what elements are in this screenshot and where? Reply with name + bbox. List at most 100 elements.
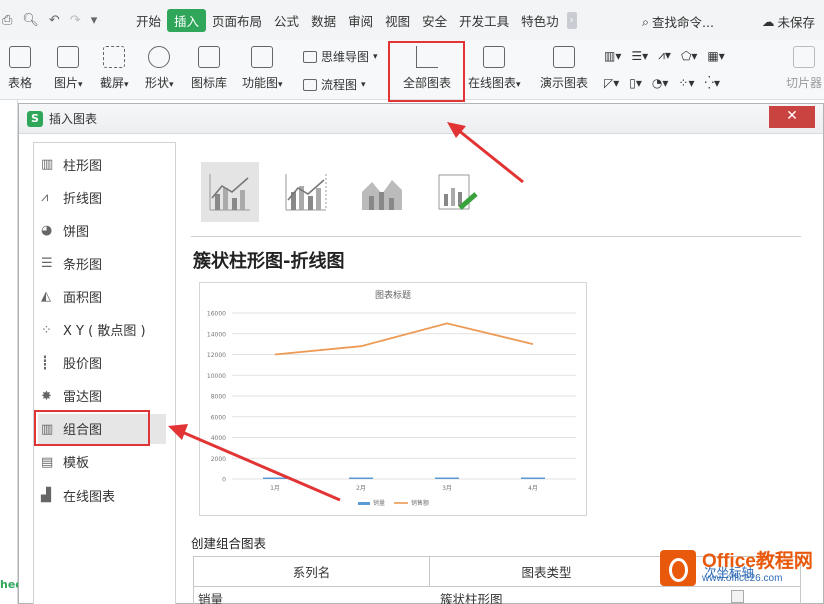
custom-combo-thumb-icon (438, 174, 478, 210)
scatter-chart-icon: ⁘ (41, 322, 52, 338)
flowchart-button[interactable]: 流程图 ▾ (303, 76, 366, 93)
thumb-clustered-column-line[interactable] (201, 162, 259, 222)
line-chart-icon: ⩘ (41, 190, 49, 206)
cloud-icon: ☁ (762, 14, 775, 29)
function-chart-button[interactable]: 功能图▾ (242, 46, 283, 91)
mindmap-icon (303, 50, 317, 63)
menu-bar: ⎙ 🔍︎ ↶ ↷ ▾ 开始 插入 页面布局 公式 数据 审阅 视图 安全 开发工具 特色功 › ⌕ … (0, 0, 824, 40)
menu-tab-0[interactable]: 开始 (130, 11, 167, 30)
sidebar-item-1[interactable]: ⩘ 折线图 (38, 182, 166, 212)
sidebar-item-0[interactable]: ▥ 柱形图 (38, 149, 166, 179)
bubble-chart-icon[interactable]: ⁛▾ (704, 76, 720, 90)
dialog-content: 簇状柱形图-折线图 图表标题 0 2000 4000 6000 8000 10000 1200… (177, 142, 817, 604)
horizontal-bar-icon: ☰ (41, 256, 53, 272)
sidebar-item-label: 股价图 (63, 357, 103, 373)
sidebar-item-2[interactable]: ◕ 饼图 (38, 215, 166, 245)
legend-swatch-bar (358, 502, 370, 505)
sidebar-item-label: 在线图表 (63, 489, 116, 505)
sidebar-item-3[interactable]: ☰ 条形图 (38, 248, 166, 278)
menu-tab-1[interactable]: 插入 (167, 8, 207, 32)
sidebar-item-label: 条形图 (63, 257, 103, 273)
divider (191, 236, 801, 237)
bar (349, 477, 373, 479)
pie-chart-icon[interactable]: ◔▾ (652, 76, 669, 90)
shape-button[interactable]: 形状▾ (145, 46, 174, 91)
menu-tabs: 开始 插入 页面布局 公式 数据 审阅 视图 安全 开发工具 特色功 › (130, 0, 577, 40)
menu-tab-4[interactable]: 数据 (305, 11, 342, 30)
search-command[interactable]: ⌕ 查找命令... (642, 12, 714, 31)
menu-tab-5[interactable]: 审阅 (342, 11, 379, 30)
sidebar-item-label: 模板 (63, 456, 90, 472)
col-chart-type: 图表类型 (430, 557, 664, 586)
table-button[interactable]: 表格 (8, 46, 32, 91)
sidebar-item-6[interactable]: ┋ 股价图 (38, 348, 166, 378)
sidebar-item-label: 柱形图 (63, 158, 103, 174)
dialog-title: 插入图表 (49, 112, 98, 126)
scatter-chart-icon[interactable]: ⁘▾ (678, 76, 694, 90)
chart-subtype-list (201, 162, 487, 222)
area-chart-icon[interactable]: ◸▾ (604, 76, 619, 90)
bar-chart-icon: ▥ (41, 157, 54, 172)
chart-type-select[interactable]: 簇状柱形图 (430, 587, 664, 604)
undo-icon[interactable]: ↶ (49, 13, 60, 28)
bar-chart-icon[interactable]: ☰▾ (631, 49, 648, 63)
picture-button[interactable]: 图片▾ (54, 46, 83, 91)
menu-tab-2[interactable]: 页面布局 (206, 11, 268, 30)
quick-access-toolbar: ⎙ 🔍︎ ↶ ↷ ▾ (0, 13, 130, 28)
icon-library-button[interactable]: 图标库 (191, 46, 227, 91)
menu-tab-3[interactable]: 公式 (268, 11, 305, 30)
quick-dropdown-icon[interactable]: ▾ (91, 13, 98, 28)
radar-chart-icon[interactable]: ⬠▾ (681, 49, 697, 63)
print-preview-icon[interactable]: 🔍︎ (22, 13, 39, 28)
sidebar-item-10[interactable]: ▟ 在线图表 (38, 480, 166, 510)
insert-chart-dialog: S 插入图表 ✕ ▥ 柱形图 ⩘ 折线图 ◕ 饼图 ☰ 条形图 ◭ 面积图 ⁘ X Y ( 散点图 )… (18, 103, 824, 604)
print-icon[interactable]: ⎙ (2, 13, 12, 28)
sidebar-item-label: X Y ( 散点图 ) (63, 324, 146, 339)
save-status[interactable]: ☁ 未保存 (762, 12, 815, 31)
slicer-button[interactable]: 切片器 (786, 46, 822, 91)
wps-logo-icon: S (27, 110, 43, 127)
redo-icon[interactable]: ↷ (70, 13, 81, 28)
stock-chart-icon[interactable]: ▯▾ (629, 76, 642, 90)
sidebar-item-7[interactable]: ✸ 雷达图 (38, 381, 166, 411)
combo-chart-thumb-icon (209, 174, 250, 211)
sidebar-item-5[interactable]: ⁘ X Y ( 散点图 ) (38, 315, 166, 345)
thumb-column-line-secondary[interactable] (277, 162, 335, 222)
bar (435, 477, 459, 479)
online-chart-button[interactable]: 在线图表▾ (468, 46, 521, 91)
menu-tab-7[interactable]: 安全 (416, 11, 453, 30)
y-tick-label: 4000 (211, 435, 226, 442)
flowchart-icon (303, 78, 317, 91)
screenshot-button[interactable]: 截屏▾ (100, 46, 129, 91)
dialog-titlebar: S 插入图表 ✕ (19, 104, 823, 134)
secondary-axis-checkbox[interactable] (731, 590, 744, 603)
grid-chart-icon[interactable]: ▦▾ (707, 49, 724, 63)
watermark-title: Office教程网 (702, 551, 813, 573)
shape-icon (148, 46, 171, 68)
menu-more-button[interactable]: › (566, 11, 577, 29)
legend-label: 销量 (373, 499, 385, 507)
sidebar-item-9[interactable]: ▤ 模板 (38, 447, 166, 477)
line-chart-icon[interactable]: ⩘▾ (658, 48, 671, 63)
column-chart-icon[interactable]: ▥▾ (604, 49, 621, 63)
y-tick-label: 16000 (207, 311, 226, 318)
sidebar-item-4[interactable]: ◭ 面积图 (38, 281, 166, 311)
thumb-custom-combo[interactable] (429, 162, 487, 222)
demo-chart-icon (553, 46, 575, 68)
sidebar-item-label: 雷达图 (63, 390, 103, 406)
menu-tab-9[interactable]: 特色功 (515, 11, 565, 30)
demo-chart-button[interactable]: 演示图表 (540, 46, 588, 91)
menu-tab-6[interactable]: 视图 (379, 11, 416, 30)
y-tick-label: 8000 (211, 394, 226, 401)
chart-title: 图表标题 (375, 289, 411, 301)
close-button[interactable]: ✕ (769, 106, 815, 128)
thumb-stacked-area-column[interactable] (353, 162, 411, 222)
y-tick-label: 10000 (207, 373, 226, 380)
all-charts-highlight (388, 41, 465, 102)
menu-tab-8[interactable]: 开发工具 (453, 11, 515, 30)
table-icon (9, 46, 31, 68)
create-combo-section-title: 创建组合图表 (191, 536, 267, 551)
combo-highlight (34, 409, 150, 446)
chart-category-sidebar: ▥ 柱形图 ⩘ 折线图 ◕ 饼图 ☰ 条形图 ◭ 面积图 ⁘ X Y ( 散点图 ) ┋ 股价图 ✸ 雷达图 ▥… (33, 142, 176, 604)
mindmap-button[interactable]: 思维导图 ▾ (303, 48, 378, 65)
